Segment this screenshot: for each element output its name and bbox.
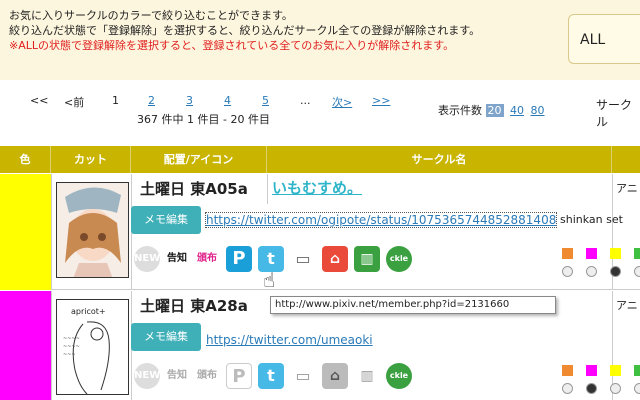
genre-label: アニ bbox=[616, 182, 638, 195]
svg-text:~~~: ~~~ bbox=[63, 352, 76, 358]
per-page-80[interactable]: 80 bbox=[531, 104, 545, 117]
twitter-link[interactable]: https://twitter.com/ogipote/status/10753… bbox=[204, 212, 558, 228]
svg-text:~~~~: ~~~~ bbox=[63, 344, 80, 350]
notice-area: お気に入りサークルのカラーで絞り込むことができます。 絞り込んだ状態で「登録解除… bbox=[0, 0, 640, 80]
color-radio[interactable] bbox=[610, 383, 621, 394]
color-option-green[interactable] bbox=[634, 365, 640, 376]
twitter-icon[interactable]: t bbox=[258, 363, 284, 389]
kokuchi-icon: 告知 bbox=[164, 363, 190, 389]
hand-cursor-icon: ☝ bbox=[263, 268, 276, 292]
col-place: 配置/アイコン bbox=[131, 146, 267, 173]
color-radio-selected[interactable] bbox=[610, 266, 621, 277]
color-option-green[interactable] bbox=[634, 248, 640, 259]
pager-first[interactable]: << bbox=[30, 94, 48, 107]
color-radio-selected[interactable] bbox=[586, 383, 597, 394]
color-option-orange[interactable] bbox=[562, 365, 573, 376]
table-header: 色 カット 配置/アイコン サークル名 bbox=[0, 146, 640, 173]
place-label: 土曜日 東A28a bbox=[140, 297, 248, 315]
color-option-magenta[interactable] bbox=[586, 365, 597, 376]
color-option-yellow[interactable] bbox=[610, 365, 621, 376]
pager-page-4[interactable]: 4 bbox=[224, 94, 231, 107]
per-page: 表示件数 20 40 80 bbox=[438, 102, 545, 118]
new-icon: NEW bbox=[134, 363, 160, 389]
color-radio[interactable] bbox=[634, 383, 640, 394]
col-genre bbox=[612, 146, 640, 173]
color-radio[interactable] bbox=[634, 266, 640, 277]
pager-page-2[interactable]: 2 bbox=[148, 94, 155, 107]
color-option-yellow[interactable] bbox=[610, 248, 621, 259]
memo-text: shinkan set bbox=[560, 213, 623, 226]
color-filter-select[interactable]: ALL bbox=[568, 14, 640, 64]
pixiv-icon: P bbox=[226, 363, 252, 389]
hanpu-icon: 頒布 bbox=[194, 363, 220, 389]
col-cut: カット bbox=[51, 146, 131, 173]
genre-label: アニ bbox=[616, 299, 638, 312]
home-icon[interactable]: ⌂ bbox=[322, 246, 348, 272]
cut-image[interactable]: apricot+ ~~~~ ~~~~ ~~~ bbox=[56, 299, 129, 395]
pager-page-5[interactable]: 5 bbox=[262, 94, 269, 107]
color-swatch bbox=[0, 291, 51, 400]
hanpu-icon[interactable]: 頒布 bbox=[194, 246, 220, 272]
svg-text:~~~~: ~~~~ bbox=[63, 336, 80, 342]
notice-text: お気に入りサークルのカラーで絞り込むことができます。 絞り込んだ状態で「登録解除… bbox=[9, 9, 481, 52]
circle-sort-label: サークル bbox=[596, 98, 633, 129]
link-tooltip: http://www.pixiv.net/member.php?id=21316… bbox=[270, 296, 556, 314]
memo-edit-button[interactable]: メモ編集 bbox=[131, 323, 201, 351]
kokuchi-icon[interactable]: 告知 bbox=[164, 246, 190, 272]
new-icon[interactable]: NEW bbox=[134, 246, 160, 272]
pixiv-icon[interactable]: P bbox=[226, 246, 252, 272]
pager-prev[interactable]: <前 bbox=[64, 94, 84, 110]
per-page-label: 表示件数 bbox=[438, 104, 482, 117]
book-icon: ▥ bbox=[354, 363, 380, 389]
place-label: 土曜日 東A05a bbox=[140, 180, 248, 198]
memo-edit-button[interactable]: メモ編集 bbox=[131, 206, 201, 234]
pager-last[interactable]: >> bbox=[372, 94, 390, 107]
circle-ms-icon[interactable]: ckle bbox=[386, 246, 412, 272]
color-radio[interactable] bbox=[562, 266, 573, 277]
color-swatch bbox=[0, 174, 51, 290]
circle-name-link[interactable]: いもむすめ。 bbox=[272, 177, 362, 198]
table-row: 土曜日 東A05a いもむすめ。 アニ メモ編集 https://twitter… bbox=[0, 174, 640, 290]
color-radio[interactable] bbox=[586, 266, 597, 277]
book-icon[interactable]: ▥ bbox=[354, 246, 380, 272]
color-option-orange[interactable] bbox=[562, 248, 573, 259]
color-radio[interactable] bbox=[562, 383, 573, 394]
cut-image[interactable] bbox=[56, 182, 129, 278]
home-icon: ⌂ bbox=[322, 363, 348, 389]
pager-ellipsis: ... bbox=[300, 94, 311, 107]
svg-text:apricot+: apricot+ bbox=[71, 307, 106, 316]
pager-current: 1 bbox=[112, 94, 119, 107]
twitter-link[interactable]: https://twitter.com/umeaoki bbox=[206, 333, 373, 347]
per-page-20[interactable]: 20 bbox=[485, 104, 504, 117]
result-count: 367 件中 1 件目 - 20 件目 bbox=[137, 113, 270, 126]
color-option-magenta[interactable] bbox=[586, 248, 597, 259]
pager-next[interactable]: 次> bbox=[332, 96, 352, 109]
circle-ms-icon[interactable]: ckle bbox=[386, 363, 412, 389]
col-name: サークル名 bbox=[267, 146, 612, 173]
niconico-icon[interactable]: ▭ bbox=[290, 246, 316, 272]
niconico-icon: ▭ bbox=[290, 363, 316, 389]
pager-page-3[interactable]: 3 bbox=[186, 94, 193, 107]
per-page-40[interactable]: 40 bbox=[510, 104, 524, 117]
col-color: 色 bbox=[0, 146, 51, 173]
